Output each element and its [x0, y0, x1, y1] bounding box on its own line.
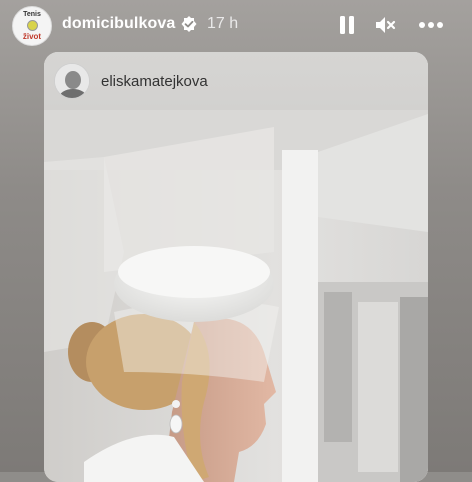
speaker-muted-icon[interactable]	[374, 14, 396, 36]
more-options-icon[interactable]	[418, 14, 444, 36]
story-timestamp: 17 h	[207, 15, 239, 32]
story-username[interactable]: domicibulkova	[62, 15, 175, 33]
pause-icon[interactable]	[336, 14, 358, 36]
shared-post-header: eliskamatejkova	[44, 52, 428, 110]
post-photo	[44, 52, 428, 482]
shared-post-username[interactable]: eliskamatejkova	[101, 73, 208, 90]
verified-badge-icon	[181, 16, 197, 32]
shared-post-avatar[interactable]	[54, 63, 90, 99]
shared-post-card[interactable]: eliskamatejkova	[44, 52, 428, 482]
user-avatar-icon	[55, 64, 89, 98]
profile-avatar[interactable]: Tenis život	[12, 6, 52, 46]
tennis-ball-icon	[26, 20, 38, 31]
avatar-text-top: Tenis	[23, 11, 41, 18]
avatar-text-bottom: život	[22, 32, 42, 41]
story-header: Tenis život domicibulkova 17 h	[0, 0, 472, 52]
